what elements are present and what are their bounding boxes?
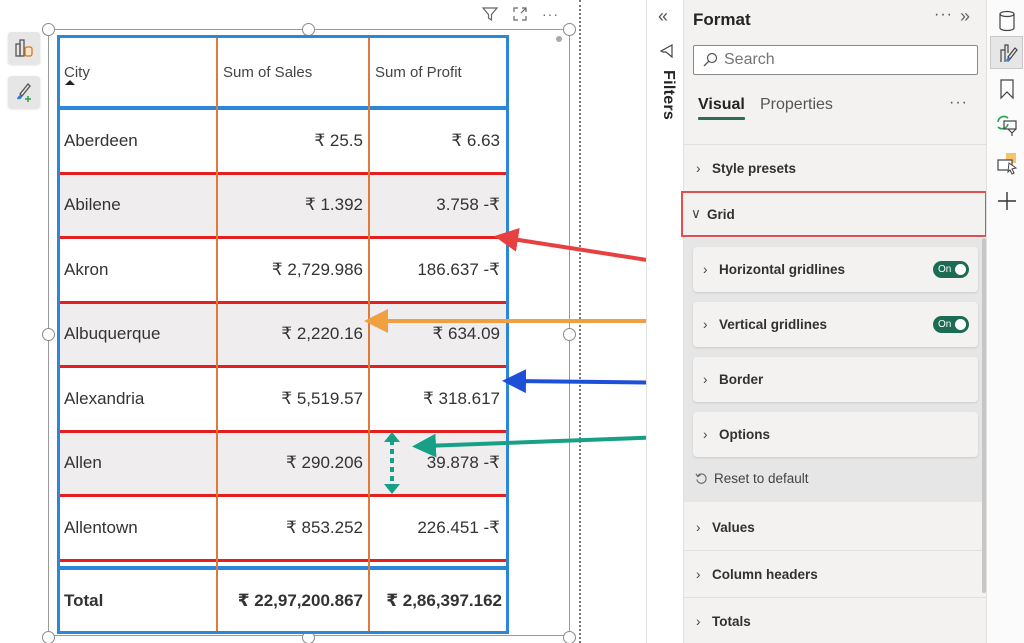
filters-pane-collapsed[interactable]: « Filters xyxy=(646,0,684,643)
section-values[interactable]: › Values xyxy=(684,504,986,550)
chevron-right-icon: › xyxy=(696,160,701,176)
section-totals[interactable]: › Totals xyxy=(684,598,986,643)
toggle-label: On xyxy=(938,319,952,330)
section-label: Column headers xyxy=(712,566,818,582)
chevron-right-icon: › xyxy=(703,427,708,442)
toggle-knob xyxy=(955,319,966,330)
section-label: Style presets xyxy=(712,160,797,176)
filters-label: Filters xyxy=(660,70,677,121)
chevron-down-icon: ∨ xyxy=(691,206,701,221)
toggle-label: On xyxy=(938,264,952,275)
format-pane-title: Format xyxy=(693,10,751,29)
chevron-right-icon: › xyxy=(703,262,708,277)
toggle-knob xyxy=(955,264,966,275)
card-options[interactable]: › Options xyxy=(693,412,978,457)
filter-icon xyxy=(660,44,673,58)
power-bi-report-canvas: ··· City Sum of Sales Sum of Profit Aber… xyxy=(0,0,1024,643)
section-column-headers[interactable]: › Column headers xyxy=(684,551,986,597)
reset-icon xyxy=(695,473,707,484)
add-icon xyxy=(997,191,1016,210)
card-label: Border xyxy=(719,372,764,387)
grid-section-body: › Horizontal gridlines On › Vertical gri… xyxy=(684,238,982,502)
padding-indicator-down xyxy=(384,484,400,494)
selection-icon xyxy=(996,152,1017,175)
chevron-right-icon: › xyxy=(696,519,701,535)
section-label: Values xyxy=(712,519,755,535)
bookmark-icon xyxy=(999,78,1014,99)
chevron-right-icon: › xyxy=(696,613,701,629)
reset-to-default-button[interactable]: Reset to default xyxy=(695,471,809,486)
card-border[interactable]: › Border xyxy=(693,357,978,402)
card-label: Horizontal gridlines xyxy=(719,262,846,277)
collapse-pane-icon[interactable]: » xyxy=(960,6,970,27)
card-label: Options xyxy=(719,427,770,442)
tab-properties[interactable]: Properties xyxy=(760,96,833,114)
chevron-right-icon: › xyxy=(696,566,701,582)
section-grid[interactable]: ∨ Grid xyxy=(681,191,987,237)
data-pane-button[interactable] xyxy=(990,4,1023,37)
more-options-icon[interactable]: ··· xyxy=(934,6,953,24)
format-visual-icon xyxy=(999,43,1018,62)
chevron-right-icon: › xyxy=(703,317,708,332)
section-label: Totals xyxy=(712,613,751,629)
tab-visual[interactable]: Visual xyxy=(698,96,745,120)
card-vertical-gridlines[interactable]: › Vertical gridlines On xyxy=(693,302,978,347)
section-style-presets[interactable]: › Style presets xyxy=(684,145,986,191)
search-icon xyxy=(703,52,718,67)
format-pane: Format ··· » Visual Properties ··· › Sty… xyxy=(681,0,987,643)
sync-slicers-icon xyxy=(996,115,1017,136)
card-label: Vertical gridlines xyxy=(719,317,828,332)
tabs-more-icon[interactable]: ··· xyxy=(949,94,968,112)
reset-label: Reset to default xyxy=(714,471,809,486)
section-label: Grid xyxy=(707,206,735,222)
sync-slicers-button[interactable] xyxy=(990,108,1023,141)
bookmarks-button[interactable] xyxy=(990,72,1023,105)
data-icon xyxy=(998,10,1015,31)
vertical-gridlines-toggle[interactable]: On xyxy=(933,316,969,333)
horizontal-gridlines-toggle[interactable]: On xyxy=(933,261,969,278)
selection-pane-button[interactable] xyxy=(990,146,1023,179)
format-pane-button[interactable] xyxy=(990,36,1023,69)
right-rail xyxy=(986,0,1024,643)
search-field[interactable] xyxy=(693,45,978,75)
expand-filters-icon[interactable]: « xyxy=(658,6,668,27)
search-input[interactable] xyxy=(724,51,964,69)
card-horizontal-gridlines[interactable]: › Horizontal gridlines On xyxy=(693,247,978,292)
padding-indicator-up xyxy=(384,432,400,442)
add-pane-button[interactable] xyxy=(990,184,1023,217)
chevron-right-icon: › xyxy=(703,372,708,387)
